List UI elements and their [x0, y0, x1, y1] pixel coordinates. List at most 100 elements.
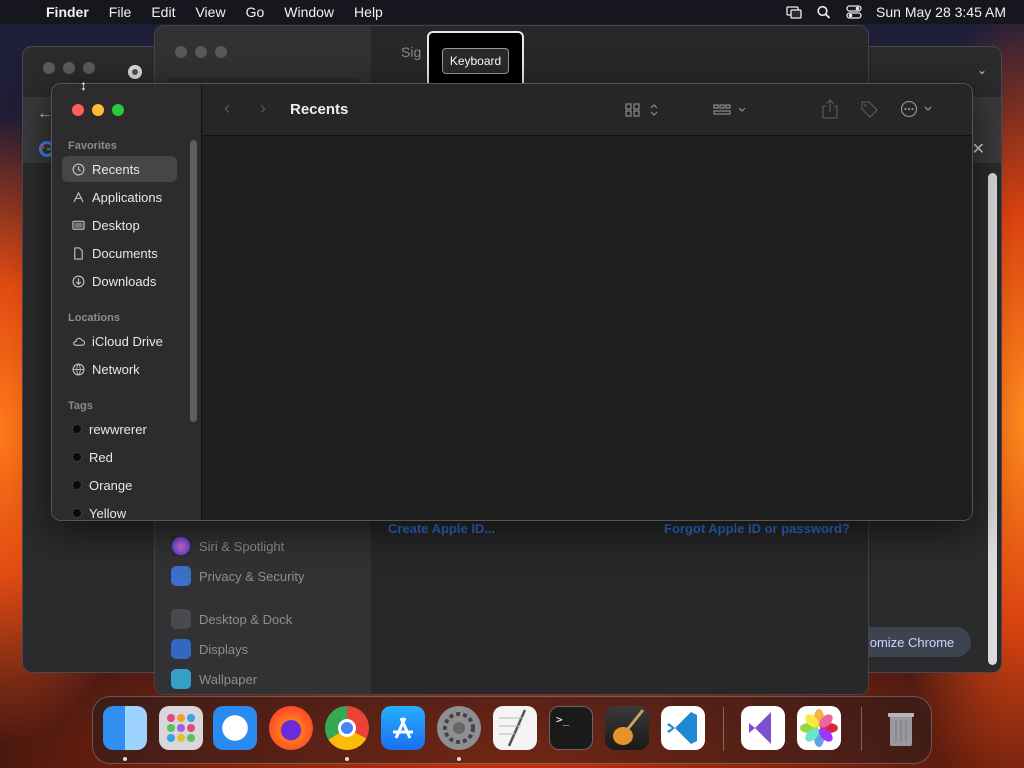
- more-actions-ellipsis-icon[interactable]: [900, 100, 936, 118]
- dock-icon: [171, 609, 191, 629]
- forgot-apple-id-link[interactable]: Forgot Apple ID or password?: [664, 521, 850, 536]
- tag-dot-icon: [72, 480, 82, 490]
- hand-icon: [171, 566, 191, 586]
- chrome-zoom-button[interactable]: [83, 62, 95, 74]
- dock-running-indicator: [457, 757, 461, 761]
- settings-item-privacy-security[interactable]: Privacy & Security: [171, 566, 304, 586]
- settings-item-siri-spotlight[interactable]: Siri & Spotlight: [171, 536, 284, 556]
- forward-chevron-icon[interactable]: ›: [260, 98, 266, 119]
- tag-dot-icon: [72, 452, 82, 462]
- chrome-close-button[interactable]: [43, 62, 55, 74]
- share-icon[interactable]: [821, 98, 839, 120]
- sidebar-tag-yellow[interactable]: Yellow: [62, 500, 177, 520]
- sidebar-item-label: Desktop: [92, 217, 140, 233]
- sidebar-item-applications[interactable]: Applications: [62, 184, 177, 210]
- settings-item-displays[interactable]: Displays: [171, 639, 248, 659]
- back-chevron-icon[interactable]: ‹: [224, 98, 230, 119]
- finder-window: Favorites Recents Applications Desktop D…: [51, 83, 973, 521]
- menu-help[interactable]: Help: [344, 4, 393, 20]
- visual-studio-logo-icon: [749, 712, 771, 744]
- sidebar-item-documents[interactable]: Documents: [62, 240, 177, 266]
- control-center-icon[interactable]: [846, 5, 862, 19]
- dock-trash-icon[interactable]: [879, 706, 923, 750]
- chrome-center-icon: [338, 719, 356, 737]
- launchpad-grid-icon: [167, 714, 195, 742]
- menu-file[interactable]: File: [99, 4, 142, 20]
- tag-dot-icon: [72, 424, 82, 434]
- screen-mirroring-icon[interactable]: [786, 5, 802, 19]
- sidebar-item-desktop[interactable]: Desktop: [62, 212, 177, 238]
- dock-chrome-icon[interactable]: [325, 706, 369, 750]
- settings-item-label: Desktop & Dock: [199, 611, 293, 627]
- sidebar-item-network[interactable]: Network: [62, 356, 177, 382]
- settings-item-label: Siri & Spotlight: [199, 538, 285, 554]
- settings-item-wallpaper[interactable]: Wallpaper: [171, 669, 257, 689]
- sidebar-tag-red[interactable]: Red: [62, 444, 177, 470]
- settings-minimize-button[interactable]: [195, 46, 207, 58]
- finder-minimize-button[interactable]: [92, 104, 104, 116]
- dock-finder-icon[interactable]: [103, 706, 147, 750]
- tag-icon[interactable]: [859, 99, 879, 119]
- menu-view[interactable]: View: [185, 4, 235, 20]
- dock-terminal-icon[interactable]: >_: [549, 706, 593, 750]
- view-icons-grid-icon[interactable]: [625, 102, 661, 118]
- tag-dot-icon: [72, 508, 82, 518]
- globe-icon: [72, 363, 85, 375]
- dock-photos-icon[interactable]: [797, 706, 841, 750]
- dock-vscode-icon[interactable]: [661, 706, 705, 750]
- settings-item-desktop-dock[interactable]: Desktop & Dock: [171, 609, 292, 629]
- customize-chrome-button[interactable]: omize Chrome: [853, 627, 971, 657]
- menubar-clock[interactable]: Sun May 28 3:45 AM: [876, 4, 1006, 20]
- settings-item-label: Displays: [199, 641, 249, 657]
- sidebar-tag-rewwrerer[interactable]: rewwrerer: [62, 416, 177, 442]
- finder-zoom-button[interactable]: [112, 104, 124, 116]
- sidebar-item-label: Red: [89, 449, 113, 465]
- dock-app-store-icon[interactable]: [381, 706, 425, 750]
- sidebar-item-label: rewwrerer: [89, 421, 147, 437]
- wallpaper-icon: [171, 669, 191, 689]
- group-by-icon[interactable]: [713, 102, 749, 118]
- menu-go[interactable]: Go: [236, 4, 275, 20]
- dock: >_: [92, 696, 932, 764]
- settings-item-label: Wallpaper: [199, 671, 258, 687]
- settings-zoom-button[interactable]: [215, 46, 227, 58]
- sidebar-item-icloud-drive[interactable]: iCloud Drive: [62, 328, 177, 354]
- sidebar-tag-orange[interactable]: Orange: [62, 472, 177, 498]
- settings-close-button[interactable]: [175, 46, 187, 58]
- menu-app-finder[interactable]: Finder: [36, 4, 99, 20]
- spotlight-search-icon[interactable]: [816, 5, 832, 19]
- dock-textedit-icon[interactable]: [493, 706, 537, 750]
- dock-safari-icon[interactable]: [213, 706, 257, 750]
- settings-item-label: Privacy & Security: [199, 568, 305, 584]
- sidebar-item-label: Recents: [92, 161, 140, 177]
- menu-edit[interactable]: Edit: [141, 4, 185, 20]
- sidebar-item-recents[interactable]: Recents: [62, 156, 177, 182]
- dock-system-settings-icon[interactable]: [437, 706, 481, 750]
- display-icon: [171, 639, 191, 659]
- dock-launchpad-icon[interactable]: [159, 706, 203, 750]
- download-icon: [72, 275, 85, 287]
- chrome-close-panel-icon[interactable]: ✕: [972, 139, 985, 159]
- dock-running-indicator: [123, 757, 127, 761]
- dock-garageband-icon[interactable]: [605, 706, 649, 750]
- sidebar-item-label: Orange: [89, 477, 133, 493]
- trash-can-icon: [888, 713, 914, 746]
- finder-content-area[interactable]: [202, 136, 972, 520]
- finder-sidebar-scrollbar[interactable]: [190, 140, 197, 422]
- chrome-minimize-button[interactable]: [63, 62, 75, 74]
- dock-separator: [723, 707, 724, 751]
- settings-page-title: Sig: [401, 44, 422, 60]
- chrome-scrollbar[interactable]: [988, 173, 997, 665]
- dock-visual-studio-icon[interactable]: [741, 706, 785, 750]
- sidebar-item-downloads[interactable]: Downloads: [62, 268, 177, 294]
- tooltip-label: Keyboard: [441, 48, 510, 74]
- sidebar-item-label: Documents: [92, 245, 158, 261]
- finder-close-button[interactable]: [72, 104, 84, 116]
- chrome-tab-favicon-icon: [128, 65, 142, 79]
- menu-window[interactable]: Window: [274, 4, 344, 20]
- tab-search-chevron-icon[interactable]: ⌄: [977, 63, 987, 77]
- create-apple-id-link[interactable]: Create Apple ID...: [388, 521, 495, 536]
- guitar-icon: [613, 709, 645, 745]
- dock-firefox-icon[interactable]: [269, 706, 313, 750]
- finder-window-title: Recents: [290, 101, 349, 118]
